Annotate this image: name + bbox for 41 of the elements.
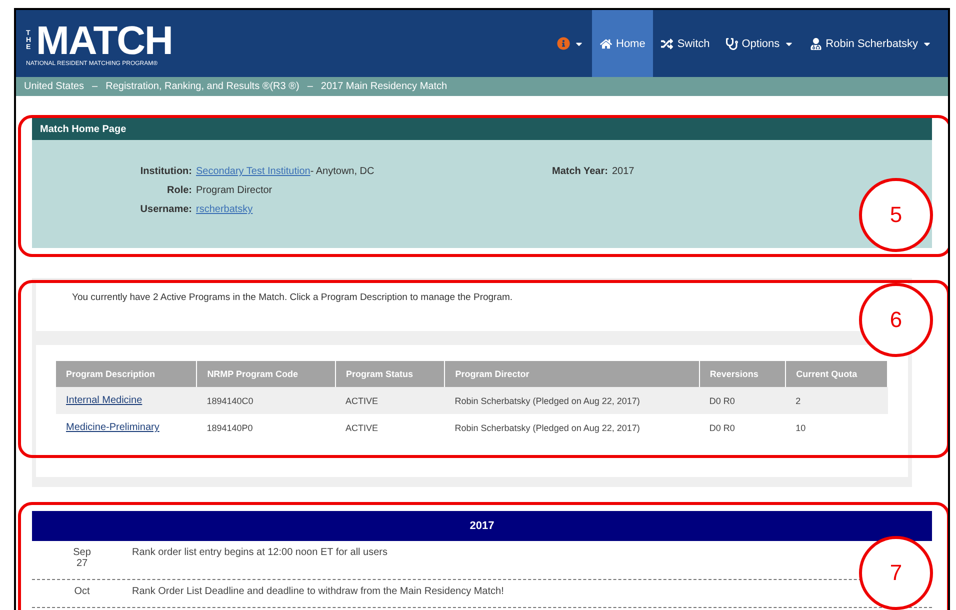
shuffle-icon xyxy=(661,38,674,50)
field-label: Role: xyxy=(166,185,192,196)
panel-title: Match Home Page xyxy=(32,118,932,140)
event-text: Rank order list entry begins at 12:00 noon ET for all users xyxy=(132,547,388,560)
column-header: Reversions xyxy=(699,361,786,387)
nav-item[interactable]: Home xyxy=(592,10,654,77)
field-value: Program Director xyxy=(196,185,272,196)
callout-number: 7 xyxy=(859,536,933,610)
field-value: 2017 xyxy=(612,166,634,177)
column-header: NRMP Program Code xyxy=(196,361,336,387)
event-month: Oct xyxy=(74,586,90,597)
field-label: Match Year: xyxy=(552,166,608,177)
user-icon xyxy=(810,38,822,50)
breadcrumb-separator: – xyxy=(92,81,98,92)
table-cell: 1894140C0 xyxy=(196,387,336,414)
field-value: - Anytown, DC xyxy=(310,166,374,177)
column-header: Program Director xyxy=(444,361,700,387)
nav-item[interactable]: Options xyxy=(718,10,802,77)
table-cell: D0 R0 xyxy=(699,387,786,414)
table-cell: Robin Scherbatsky (Pledged on Aug 22, 2017) xyxy=(444,387,700,414)
nav-item[interactable]: Switch xyxy=(653,10,718,77)
program-link[interactable]: Internal Medicine xyxy=(66,395,142,406)
user-menu[interactable]: Robin Scherbatsky xyxy=(802,10,940,77)
program-link[interactable]: Medicine-Preliminary xyxy=(66,422,160,433)
column-header: Current Quota xyxy=(786,361,888,387)
year-header: 2017 xyxy=(32,511,932,541)
event-day: 27 xyxy=(76,558,88,569)
intro-text: You currently have 2 Active Programs in the Match. Click a Program Description to manage the Program. xyxy=(72,292,514,303)
table-cell: 2 xyxy=(786,387,888,414)
breadcrumb-separator: – xyxy=(307,81,313,92)
stethoscope-icon xyxy=(726,38,738,50)
table-cell[interactable]: Internal Medicine xyxy=(56,387,197,414)
field-label: Username: xyxy=(139,204,192,215)
column-header: Program Description xyxy=(56,361,197,387)
table-cell: ACTIVE xyxy=(336,387,445,414)
home-icon xyxy=(600,38,612,50)
event-text: Rank Order List Deadline and deadline to withdraw from the Main Residency Match! xyxy=(132,586,504,597)
field-label: Institution: xyxy=(139,166,192,177)
column-header: Program Status xyxy=(336,361,445,387)
info-icon xyxy=(557,37,570,50)
event-month: Sep xyxy=(73,547,91,558)
